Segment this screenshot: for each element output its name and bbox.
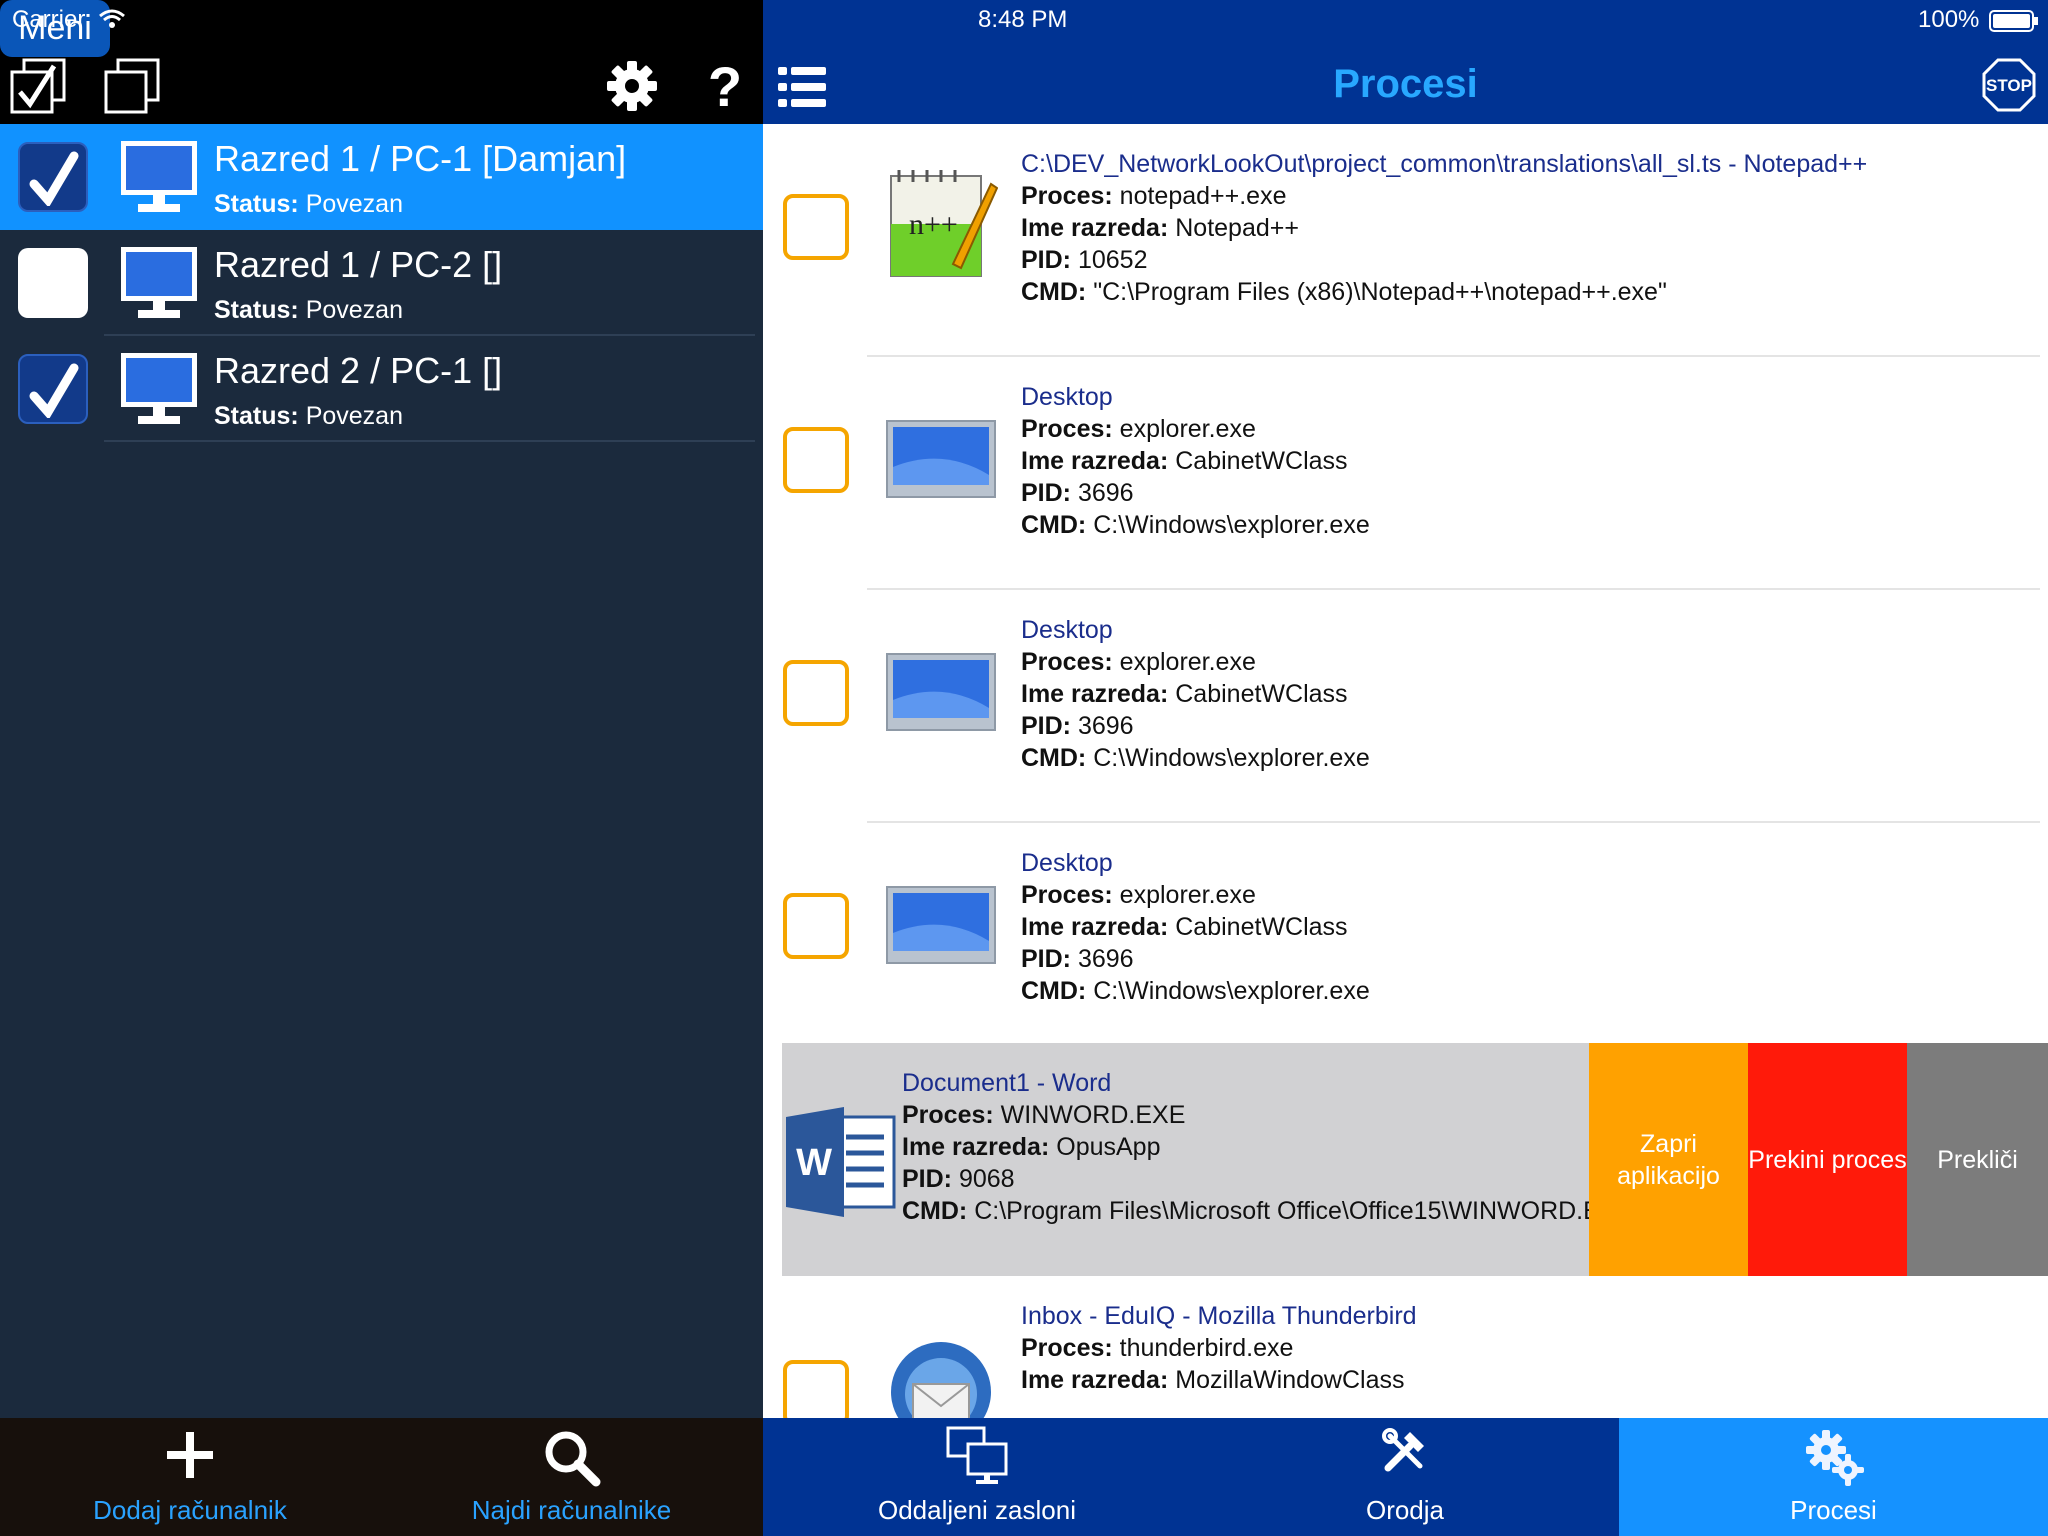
- process-info: Inbox - EduIQ - Mozilla Thunderbird Proc…: [1021, 1302, 1417, 1394]
- pid-value: 9068: [958, 1165, 1015, 1193]
- battery-icon: [1989, 10, 2039, 37]
- computer-title: Razred 2 / PC-1 []: [214, 350, 503, 391]
- gear-icon[interactable]: [604, 58, 660, 114]
- process-info: Desktop Proces: explorer.exe Ime razreda…: [1021, 849, 1370, 1005]
- window-title: Desktop: [1021, 849, 1113, 877]
- computer-checkbox[interactable]: [18, 142, 88, 212]
- process-pane: 8:48 PM 100% Procesi STOP n++ C:\DEV_Net…: [763, 0, 2048, 1536]
- cmd-value: C:\Program Files\Microsoft Office\Office…: [974, 1197, 1634, 1225]
- window-title: Desktop: [1021, 616, 1113, 644]
- cmd-value: C:\Windows\explorer.exe: [1093, 744, 1370, 772]
- process-checkbox[interactable]: [783, 1360, 849, 1426]
- monitor-icon: [121, 141, 197, 212]
- process-name: explorer.exe: [1119, 648, 1256, 676]
- process-name: thunderbird.exe: [1119, 1334, 1294, 1362]
- computer-title: Razred 1 / PC-1 [Damjan]: [214, 138, 627, 179]
- monitor-icon: [121, 353, 197, 424]
- clock: 8:48 PM: [978, 6, 1068, 33]
- desktop-icon: [886, 420, 996, 498]
- carrier-label: Carrier: [12, 6, 86, 33]
- pid-value: 3696: [1077, 712, 1134, 740]
- window-title: Inbox - EduIQ - Mozilla Thunderbird: [1021, 1302, 1417, 1330]
- process-info: C:\DEV_NetworkLookOut\project_common\tra…: [1021, 150, 1868, 306]
- computer-title: Razred 1 / PC-2 []: [214, 244, 503, 285]
- tools-icon: [1382, 1428, 1424, 1472]
- computer-row[interactable]: Razred 1 / PC-1 [Damjan] Status: Povezan: [0, 124, 763, 230]
- process-name: explorer.exe: [1119, 415, 1256, 443]
- window-title: Document1 - Word: [902, 1069, 1112, 1097]
- desktop-icon: [886, 886, 996, 964]
- process-name: notepad++.exe: [1119, 182, 1287, 210]
- class-name: Notepad++: [1175, 214, 1299, 242]
- help-icon[interactable]: ?: [700, 55, 750, 118]
- computer-checkbox[interactable]: [18, 354, 88, 424]
- word-icon: W: [786, 1107, 896, 1217]
- computer-status: Status: Povezan: [214, 402, 403, 430]
- process-checkbox[interactable]: [783, 660, 849, 726]
- gears-icon: [1805, 1430, 1864, 1486]
- tab-remote-screens[interactable]: Oddaljeni zasloni: [763, 1418, 1191, 1536]
- class-name: CabinetWClass: [1175, 680, 1348, 708]
- process-row[interactable]: Desktop Proces: explorer.exe Ime razreda…: [763, 590, 2048, 823]
- monitor-icon: [121, 247, 197, 318]
- window-title: C:\DEV_NetworkLookOut\project_common\tra…: [1021, 150, 1868, 178]
- pid-value: 3696: [1077, 945, 1134, 973]
- cmd-value: C:\Windows\explorer.exe: [1093, 977, 1370, 1005]
- process-row-swiped[interactable]: W Document1 - Word Proces: WINWORD.EXE I…: [782, 1043, 2048, 1276]
- right-toolbar: 8:48 PM 100% Procesi STOP: [763, 0, 2048, 124]
- row-divider: [104, 440, 755, 442]
- process-name: explorer.exe: [1119, 881, 1256, 909]
- svg-text:W: W: [796, 1142, 832, 1184]
- class-name: MozillaWindowClass: [1175, 1366, 1405, 1394]
- svg-text:STOP: STOP: [1986, 76, 2032, 95]
- process-row[interactable]: n++ C:\DEV_NetworkLookOut\project_common…: [763, 124, 2048, 357]
- process-row[interactable]: Desktop Proces: explorer.exe Ime razreda…: [763, 823, 2048, 1056]
- bottom-tab-bar: Oddaljeni zasloni Orodja Procesi: [763, 1418, 2048, 1536]
- process-name: WINWORD.EXE: [1000, 1101, 1186, 1129]
- computer-status: Status: Povezan: [214, 190, 403, 218]
- process-info: Desktop Proces: explorer.exe Ime razreda…: [1021, 383, 1370, 539]
- class-name: CabinetWClass: [1175, 913, 1348, 941]
- battery-percent: 100%: [1918, 6, 1980, 33]
- select-all-icon[interactable]: [10, 58, 66, 114]
- desktop-icon: [886, 653, 996, 731]
- computer-row[interactable]: Razred 1 / PC-2 [] Status: Povezan: [0, 230, 763, 336]
- process-info: Document1 - Word Proces: WINWORD.EXE Ime…: [902, 1069, 1634, 1225]
- left-toolbar: Carrier Meni ?: [0, 0, 763, 124]
- cmd-value: "C:\Program Files (x86)\Notepad++\notepa…: [1093, 278, 1667, 306]
- page-title: Procesi: [1333, 62, 1478, 106]
- swipe-actions: Zapri aplikacijo Prekini proces Prekliči: [1589, 1043, 2048, 1276]
- process-checkbox[interactable]: [783, 194, 849, 260]
- stop-icon[interactable]: STOP: [1982, 58, 2036, 112]
- cmd-value: C:\Windows\explorer.exe: [1093, 511, 1370, 539]
- computer-list-pane: Carrier Meni ? Razred 1 / PC-1 [Damjan] …: [0, 0, 763, 1536]
- left-bottom-bar: Dodaj računalnik Najdi računalnike: [0, 1418, 763, 1536]
- kill-process-button[interactable]: Prekini proces: [1748, 1043, 1907, 1276]
- find-computers-button[interactable]: Najdi računalnike: [380, 1418, 763, 1536]
- process-checkbox[interactable]: [783, 893, 849, 959]
- notepad-icon: n++: [890, 170, 998, 277]
- class-name: CabinetWClass: [1175, 447, 1348, 475]
- plus-icon: [167, 1432, 213, 1478]
- window-title: Desktop: [1021, 383, 1113, 411]
- pid-value: 3696: [1077, 479, 1134, 507]
- svg-text:n++: n++: [909, 208, 958, 241]
- cancel-button[interactable]: Prekliči: [1907, 1043, 2048, 1276]
- process-info: Desktop Proces: explorer.exe Ime razreda…: [1021, 616, 1370, 772]
- monitors-icon: [946, 1426, 1008, 1484]
- deselect-all-icon[interactable]: [104, 58, 160, 114]
- class-name: OpusApp: [1056, 1133, 1161, 1161]
- pid-value: 10652: [1077, 246, 1148, 274]
- tab-processes[interactable]: Procesi: [1619, 1418, 2048, 1536]
- computer-row[interactable]: Razred 2 / PC-1 [] Status: Povezan: [0, 336, 763, 442]
- computer-status: Status: Povezan: [214, 296, 403, 324]
- wifi-icon: [98, 8, 126, 35]
- process-row[interactable]: Desktop Proces: explorer.exe Ime razreda…: [763, 357, 2048, 590]
- add-computer-button[interactable]: Dodaj računalnik: [0, 1418, 380, 1536]
- close-app-button[interactable]: Zapri aplikacijo: [1589, 1043, 1748, 1276]
- search-icon: [545, 1431, 600, 1487]
- process-checkbox[interactable]: [783, 427, 849, 493]
- tab-tools[interactable]: Orodja: [1191, 1418, 1619, 1536]
- computer-checkbox[interactable]: [18, 248, 88, 318]
